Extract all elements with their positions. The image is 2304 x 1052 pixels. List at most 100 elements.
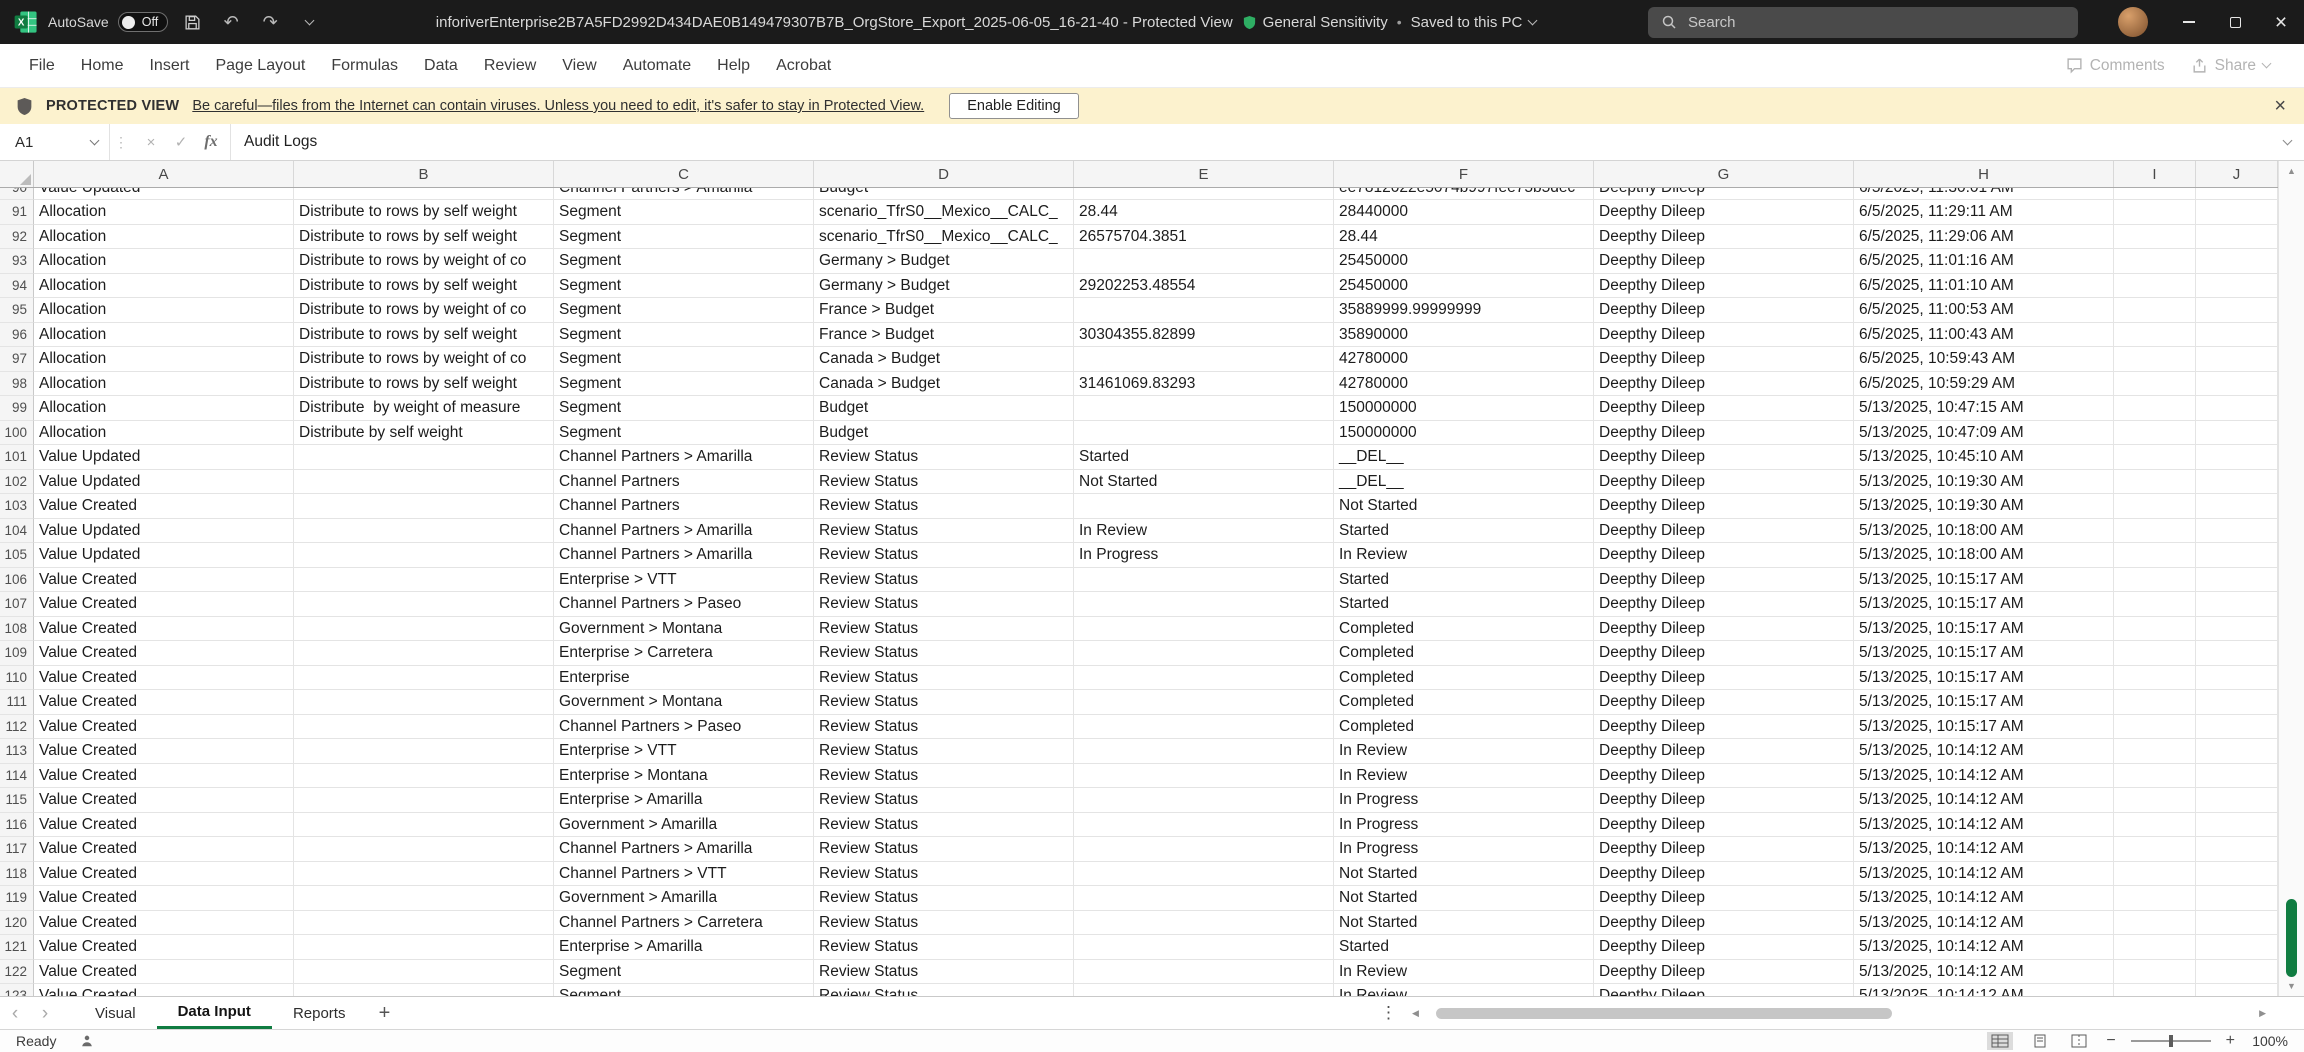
cell-G95[interactable]: Deepthy Dileep: [1594, 298, 1854, 323]
cell-D93[interactable]: Germany > Budget: [814, 249, 1074, 274]
cell-D109[interactable]: Review Status: [814, 641, 1074, 666]
cell-I99[interactable]: [2114, 396, 2196, 421]
cell-A122[interactable]: Value Created: [34, 960, 294, 985]
cell-F96[interactable]: 35890000: [1334, 323, 1594, 348]
cell-C122[interactable]: Segment: [554, 960, 814, 985]
cell-A123[interactable]: Value Created: [34, 984, 294, 996]
cell-B119[interactable]: [294, 886, 554, 911]
cell-B116[interactable]: [294, 813, 554, 838]
cell-H119[interactable]: 5/13/2025, 10:14:12 AM: [1854, 886, 2114, 911]
cell-H107[interactable]: 5/13/2025, 10:15:17 AM: [1854, 592, 2114, 617]
row-header-115[interactable]: 115: [0, 788, 34, 813]
cell-F119[interactable]: Not Started: [1334, 886, 1594, 911]
cell-I91[interactable]: [2114, 200, 2196, 225]
cell-J101[interactable]: [2196, 445, 2278, 470]
cell-J111[interactable]: [2196, 690, 2278, 715]
cell-F94[interactable]: 25450000: [1334, 274, 1594, 299]
cell-A103[interactable]: Value Created: [34, 494, 294, 519]
cell-E118[interactable]: [1074, 862, 1334, 887]
cell-J112[interactable]: [2196, 715, 2278, 740]
cell-G98[interactable]: Deepthy Dileep: [1594, 372, 1854, 397]
cell-G91[interactable]: Deepthy Dileep: [1594, 200, 1854, 225]
column-header-E[interactable]: E: [1074, 161, 1334, 187]
row-header-103[interactable]: 103: [0, 494, 34, 519]
cell-J93[interactable]: [2196, 249, 2278, 274]
banner-close-icon[interactable]: ×: [2274, 88, 2286, 124]
cell-G99[interactable]: Deepthy Dileep: [1594, 396, 1854, 421]
row-header-96[interactable]: 96: [0, 323, 34, 348]
row-header-116[interactable]: 116: [0, 813, 34, 838]
cell-A92[interactable]: Allocation: [34, 225, 294, 250]
cell-A110[interactable]: Value Created: [34, 666, 294, 691]
cell-G115[interactable]: Deepthy Dileep: [1594, 788, 1854, 813]
cell-A112[interactable]: Value Created: [34, 715, 294, 740]
cell-E91[interactable]: 28.44: [1074, 200, 1334, 225]
row-header-117[interactable]: 117: [0, 837, 34, 862]
cell-D117[interactable]: Review Status: [814, 837, 1074, 862]
cell-D102[interactable]: Review Status: [814, 470, 1074, 495]
cell-G114[interactable]: Deepthy Dileep: [1594, 764, 1854, 789]
cell-F92[interactable]: 28.44: [1334, 225, 1594, 250]
row-header-122[interactable]: 122: [0, 960, 34, 985]
cell-A100[interactable]: Allocation: [34, 421, 294, 446]
cell-B111[interactable]: [294, 690, 554, 715]
column-header-B[interactable]: B: [294, 161, 554, 187]
cell-H111[interactable]: 5/13/2025, 10:15:17 AM: [1854, 690, 2114, 715]
cell-D121[interactable]: Review Status: [814, 935, 1074, 960]
cell-I119[interactable]: [2114, 886, 2196, 911]
cell-G101[interactable]: Deepthy Dileep: [1594, 445, 1854, 470]
cell-I106[interactable]: [2114, 568, 2196, 593]
cell-H92[interactable]: 6/5/2025, 11:29:06 AM: [1854, 225, 2114, 250]
cell-E109[interactable]: [1074, 641, 1334, 666]
cell-E97[interactable]: [1074, 347, 1334, 372]
cell-G90[interactable]: Deepthy Dileep: [1594, 188, 1854, 200]
cell-F90[interactable]: ee7812022e5074b997fee75b5dec: [1334, 188, 1594, 200]
cell-E114[interactable]: [1074, 764, 1334, 789]
cell-B106[interactable]: [294, 568, 554, 593]
row-header-118[interactable]: 118: [0, 862, 34, 887]
cell-G105[interactable]: Deepthy Dileep: [1594, 543, 1854, 568]
page-layout-view-button[interactable]: [2028, 1032, 2052, 1050]
cell-D113[interactable]: Review Status: [814, 739, 1074, 764]
cell-D91[interactable]: scenario_TfrS0__Mexico__CALC_: [814, 200, 1074, 225]
cell-A99[interactable]: Allocation: [34, 396, 294, 421]
cell-I98[interactable]: [2114, 372, 2196, 397]
cell-H116[interactable]: 5/13/2025, 10:14:12 AM: [1854, 813, 2114, 838]
cell-C116[interactable]: Government > Amarilla: [554, 813, 814, 838]
cell-F112[interactable]: Completed: [1334, 715, 1594, 740]
cell-E106[interactable]: [1074, 568, 1334, 593]
cell-C103[interactable]: Channel Partners: [554, 494, 814, 519]
cell-F116[interactable]: In Progress: [1334, 813, 1594, 838]
cell-D119[interactable]: Review Status: [814, 886, 1074, 911]
cell-D99[interactable]: Budget: [814, 396, 1074, 421]
menu-tab-view[interactable]: View: [549, 44, 609, 87]
cell-J98[interactable]: [2196, 372, 2278, 397]
cell-J108[interactable]: [2196, 617, 2278, 642]
cell-G109[interactable]: Deepthy Dileep: [1594, 641, 1854, 666]
cell-A118[interactable]: Value Created: [34, 862, 294, 887]
cell-A96[interactable]: Allocation: [34, 323, 294, 348]
cell-F91[interactable]: 28440000: [1334, 200, 1594, 225]
cell-H106[interactable]: 5/13/2025, 10:15:17 AM: [1854, 568, 2114, 593]
cell-D100[interactable]: Budget: [814, 421, 1074, 446]
row-header-91[interactable]: 91: [0, 200, 34, 225]
row-header-111[interactable]: 111: [0, 690, 34, 715]
cell-D115[interactable]: Review Status: [814, 788, 1074, 813]
cell-A105[interactable]: Value Updated: [34, 543, 294, 568]
cell-I95[interactable]: [2114, 298, 2196, 323]
cell-I107[interactable]: [2114, 592, 2196, 617]
cell-A93[interactable]: Allocation: [34, 249, 294, 274]
saved-status-button[interactable]: Saved to this PC: [1411, 14, 1537, 31]
cell-E104[interactable]: In Review: [1074, 519, 1334, 544]
cell-I96[interactable]: [2114, 323, 2196, 348]
cell-C121[interactable]: Enterprise > Amarilla: [554, 935, 814, 960]
enable-editing-button[interactable]: Enable Editing: [949, 93, 1079, 119]
cell-C102[interactable]: Channel Partners: [554, 470, 814, 495]
cell-J91[interactable]: [2196, 200, 2278, 225]
cell-E121[interactable]: [1074, 935, 1334, 960]
cell-G106[interactable]: Deepthy Dileep: [1594, 568, 1854, 593]
cell-J92[interactable]: [2196, 225, 2278, 250]
cell-B109[interactable]: [294, 641, 554, 666]
cell-H123[interactable]: 5/13/2025, 10:14:12 AM: [1854, 984, 2114, 996]
cell-C117[interactable]: Channel Partners > Amarilla: [554, 837, 814, 862]
